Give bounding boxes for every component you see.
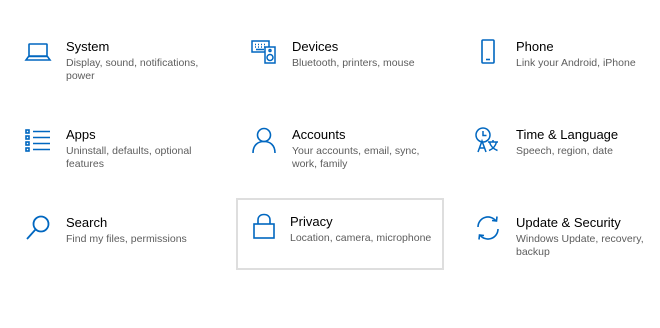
- phone-icon: [474, 38, 502, 66]
- person-icon: [250, 126, 278, 154]
- settings-grid: System Display, sound, notifications, po…: [12, 30, 648, 270]
- tile-description: Display, sound, notifications, power: [66, 57, 199, 82]
- tile-accounts[interactable]: Accounts Your accounts, email, sync, wor…: [238, 118, 444, 188]
- tile-description: Bluetooth, printers, mouse: [292, 57, 415, 69]
- tile-description: Link your Android, iPhone: [516, 57, 636, 69]
- tile-title: Accounts: [292, 127, 346, 142]
- tile-title: Time & Language: [516, 127, 619, 142]
- tile-description: Uninstall, defaults, optional features: [66, 145, 192, 170]
- tile-description: Find my files, permissions: [66, 233, 187, 245]
- tile-title: Apps: [66, 127, 96, 142]
- tile-search[interactable]: Search Find my files, permissions: [12, 206, 218, 276]
- tile-title: Update & Security: [516, 215, 621, 230]
- tile-title: Search: [66, 215, 108, 230]
- tile-system[interactable]: System Display, sound, notifications, po…: [12, 30, 218, 100]
- lock-icon: [250, 212, 278, 240]
- search-icon: [24, 214, 52, 242]
- tile-privacy[interactable]: Privacy Location, camera, microphone: [236, 198, 444, 270]
- tile-description: Windows Update, recovery, backup: [516, 233, 644, 258]
- tile-time-language[interactable]: Time & Language Speech, region, date: [462, 118, 660, 188]
- laptop-icon: [24, 38, 52, 66]
- tile-title: Devices: [292, 39, 339, 54]
- tile-apps[interactable]: Apps Uninstall, defaults, optional featu…: [12, 118, 218, 188]
- tile-description: Location, camera, microphone: [290, 232, 432, 244]
- sync-icon: [474, 214, 502, 242]
- tile-devices[interactable]: Devices Bluetooth, printers, mouse: [238, 30, 444, 100]
- apps-list-icon: [24, 126, 52, 154]
- time-language-icon: [474, 126, 502, 154]
- tile-title: Privacy: [290, 214, 333, 229]
- tile-description: Speech, region, date: [516, 145, 613, 157]
- tile-title: System: [66, 39, 110, 54]
- tile-update-security[interactable]: Update & Security Windows Update, recove…: [462, 206, 660, 276]
- tile-title: Phone: [516, 39, 554, 54]
- keyboard-speaker-icon: [250, 38, 278, 66]
- tile-phone[interactable]: Phone Link your Android, iPhone: [462, 30, 660, 100]
- tile-description: Your accounts, email, sync, work, family: [292, 145, 420, 170]
